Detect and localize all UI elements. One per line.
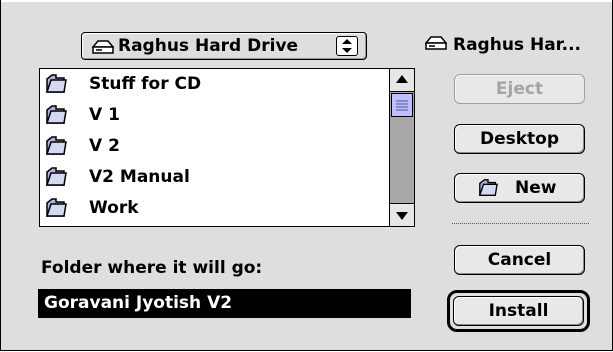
hard-drive-icon [424, 35, 448, 55]
new-folder-button[interactable]: New [454, 173, 585, 203]
eject-button[interactable]: Eject [454, 74, 585, 104]
current-volume: Raghus Har... [424, 35, 582, 55]
list-item-label: Work [89, 198, 139, 218]
folder-icon [44, 104, 68, 130]
desktop-button[interactable]: Desktop [454, 124, 585, 154]
hard-drive-icon [91, 39, 115, 58]
list-item-label: V 2 [89, 136, 120, 156]
vertical-scrollbar[interactable] [389, 69, 414, 226]
list-item[interactable]: V2 Manual [40, 162, 385, 193]
install-button-label: Install [453, 296, 584, 326]
folder-label: Folder where it will go: [41, 258, 263, 278]
cancel-button[interactable]: Cancel [454, 245, 585, 275]
list-item-label: V 1 [89, 105, 120, 125]
folder-name-field[interactable]: Goravani Jyotish V2 [38, 289, 411, 318]
list-item[interactable]: Stuff for CD [40, 69, 385, 100]
list-item-label: V2 Manual [89, 167, 190, 187]
grip-icon [396, 100, 408, 111]
volume-popup-label: Raghus Hard Drive [118, 36, 299, 56]
list-item[interactable]: V 1 [40, 100, 385, 131]
separator [452, 223, 589, 224]
current-volume-label: Raghus Har... [453, 35, 582, 55]
folder-icon [44, 197, 68, 223]
folder-list[interactable]: Stuff for CD V 1 V 2 V2 Manual Work [39, 68, 415, 227]
scroll-thumb[interactable] [391, 93, 413, 117]
arrow-up-icon [396, 75, 408, 83]
new-folder-label: New [515, 178, 557, 198]
folder-icon [44, 166, 68, 192]
list-item[interactable]: Work [40, 193, 385, 224]
install-button[interactable]: Install [447, 290, 590, 332]
updown-arrows-icon [336, 36, 358, 56]
scroll-down-button[interactable] [390, 203, 414, 226]
arrow-down-icon [396, 212, 408, 220]
list-item-label: Stuff for CD [89, 74, 202, 94]
folder-icon [477, 178, 499, 207]
install-dialog: Raghus Hard Drive Stuff for CD V 1 V 2 V… [0, 0, 613, 351]
folder-name-value: Goravani Jyotish V2 [44, 293, 233, 313]
volume-popup-menu[interactable]: Raghus Hard Drive [81, 32, 367, 60]
folder-icon [44, 135, 68, 161]
list-item[interactable]: V 2 [40, 131, 385, 162]
folder-icon [44, 73, 68, 99]
scroll-up-button[interactable] [390, 69, 414, 92]
